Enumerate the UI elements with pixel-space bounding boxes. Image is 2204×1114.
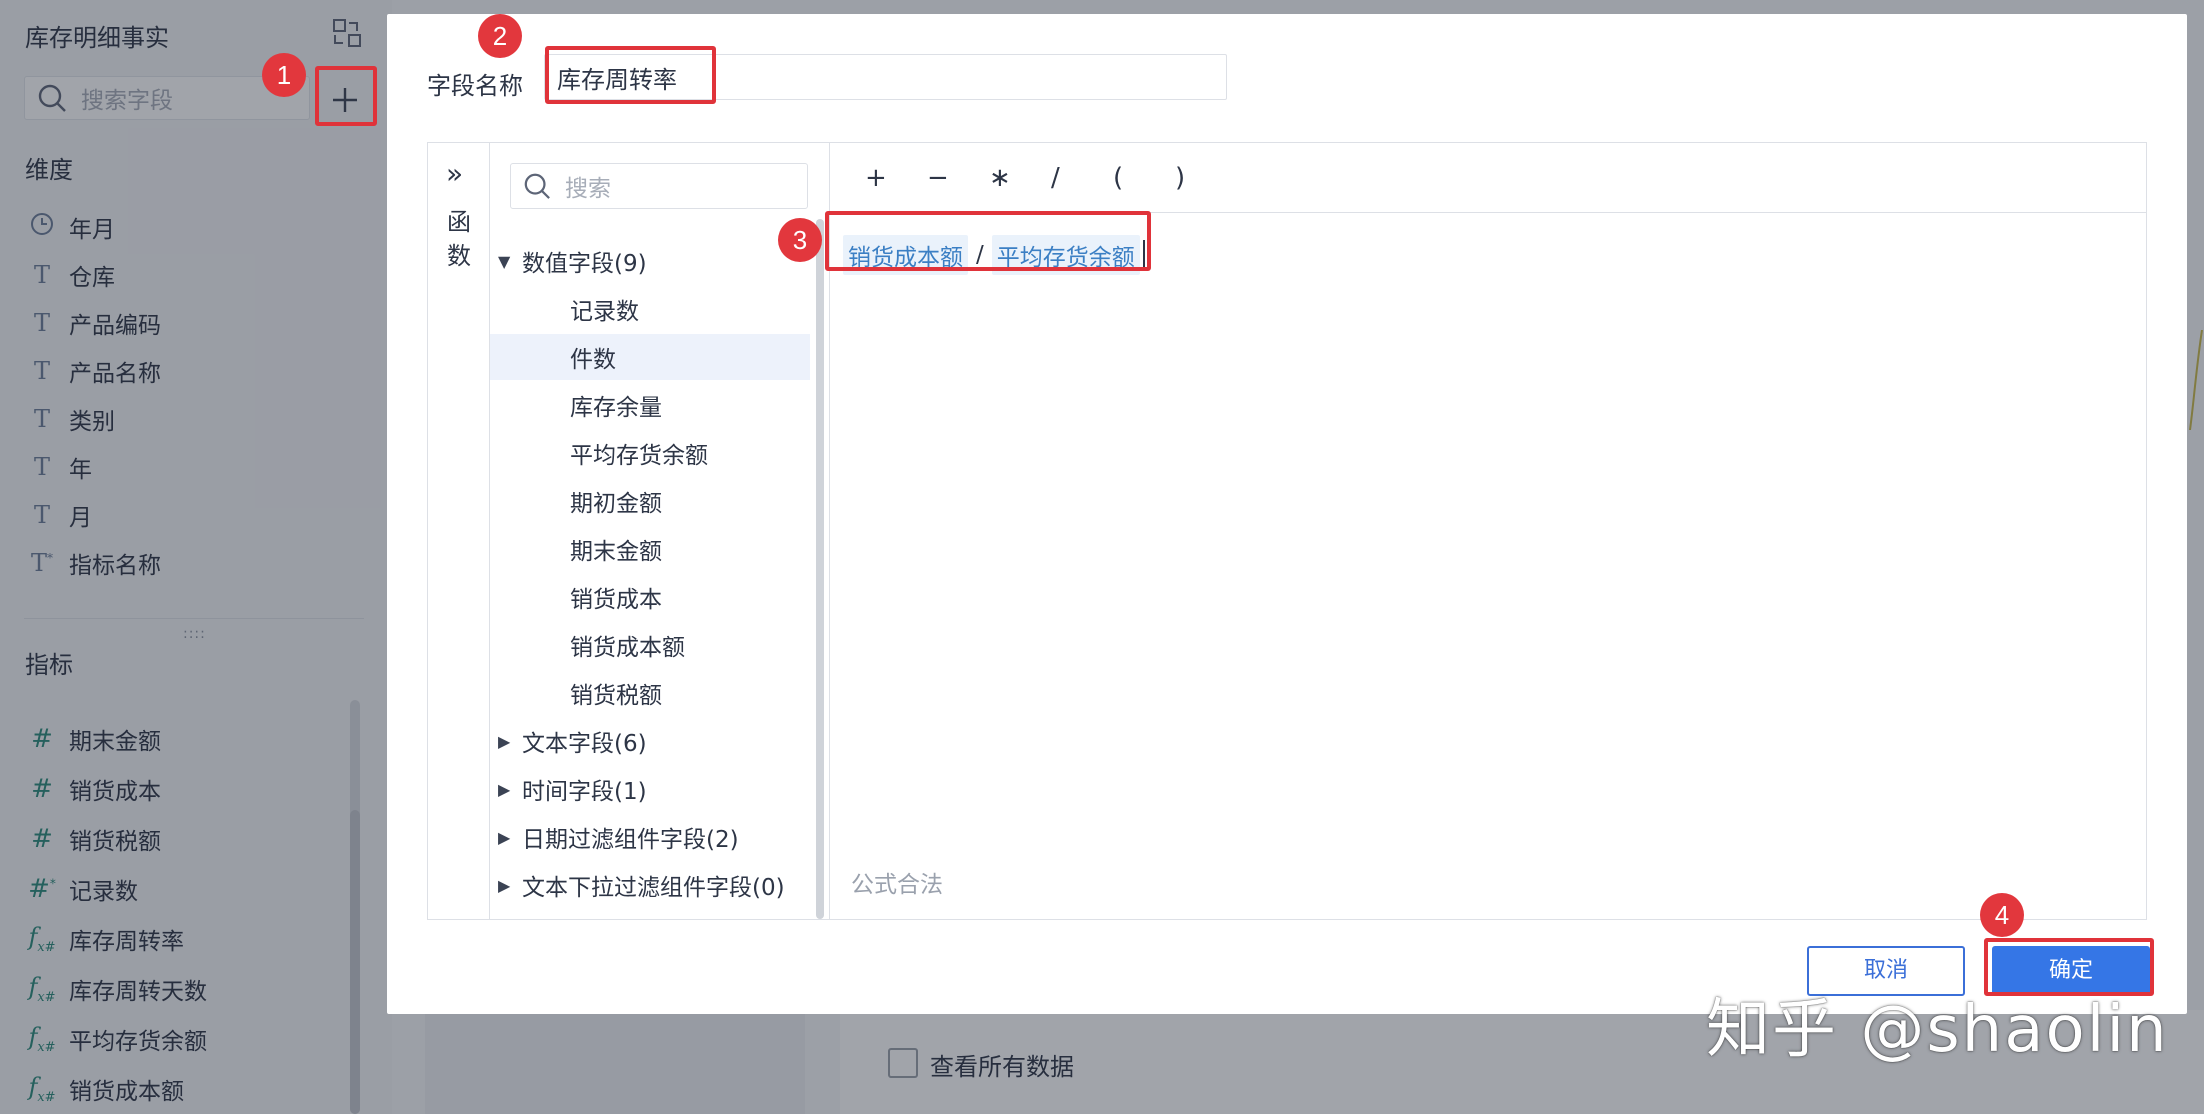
- tree-field-item[interactable]: 库存余量: [490, 382, 810, 428]
- multiply-operator-button[interactable]: ∗: [989, 163, 1051, 193]
- formula-editor: » 函数 搜索 ▼ 数值字段(9) 记录数 件数 库存余量 平均存货余额 期初金…: [427, 142, 2147, 920]
- operator-toolbar: + − ∗ / ( ): [831, 143, 2146, 213]
- step-3-badge: 3: [778, 218, 822, 262]
- tree-search-input[interactable]: 搜索: [510, 163, 808, 209]
- tree-group-time[interactable]: ▶ 时间字段(1): [490, 766, 810, 812]
- tree-group-label: 时间字段(1): [522, 779, 647, 805]
- left-paren-button[interactable]: (: [1113, 163, 1175, 193]
- formula-validation-status: 公式合法: [851, 872, 943, 898]
- tree-field-item[interactable]: 期末金额: [490, 526, 810, 572]
- tree-field-item[interactable]: 期初金额: [490, 478, 810, 524]
- tree-field-item[interactable]: 销货税额: [490, 670, 810, 716]
- tree-field-label: 库存余量: [570, 395, 662, 421]
- caret-right-icon: ▶: [498, 875, 511, 895]
- tree-field-item[interactable]: 平均存货余额: [490, 430, 810, 476]
- tree-field-item[interactable]: 销货成本额: [490, 622, 810, 668]
- search-icon: [524, 173, 550, 199]
- step-2-badge: 2: [478, 14, 522, 58]
- tree-group-numeric[interactable]: ▼ 数值字段(9): [490, 238, 810, 284]
- right-paren-button[interactable]: ): [1175, 163, 1237, 193]
- tree-group-label: 数值字段(9): [522, 251, 647, 277]
- caret-right-icon: ▶: [498, 827, 511, 847]
- expand-chevron-icon: »: [446, 157, 464, 190]
- tree-scrollbar[interactable]: [816, 219, 824, 919]
- step-1-highlight: [315, 66, 377, 126]
- tree-field-label: 记录数: [570, 299, 639, 325]
- functions-toggle[interactable]: » 函数: [428, 143, 490, 919]
- caret-right-icon: ▶: [498, 731, 511, 751]
- tree-field-label: 平均存货余额: [570, 443, 708, 469]
- tree-field-label: 销货税额: [570, 683, 662, 709]
- plus-operator-button[interactable]: +: [865, 163, 927, 193]
- caret-down-icon: ▼: [498, 251, 511, 271]
- tree-field-label: 期初金额: [570, 491, 662, 517]
- tree-field-label: 件数: [570, 347, 616, 373]
- tree-field-label: 销货成本: [570, 587, 662, 613]
- calculated-field-dialog: 字段名称 » 函数 搜索 ▼ 数值字段(9) 记录数 件数 库存余量 平均存货余…: [387, 14, 2187, 1014]
- tree-group-text[interactable]: ▶ 文本字段(6): [490, 718, 810, 764]
- caret-right-icon: ▶: [498, 779, 511, 799]
- tree-group-text-dropdown-filter[interactable]: ▶ 文本下拉过滤组件字段(0): [490, 862, 810, 908]
- field-tree: 搜索 ▼ 数值字段(9) 记录数 件数 库存余量 平均存货余额 期初金额 期末金…: [490, 143, 830, 919]
- functions-label: 函数: [447, 208, 471, 270]
- tree-group-label: 文本下拉过滤组件字段(0): [522, 875, 785, 901]
- step-4-badge: 4: [1980, 893, 2024, 937]
- tree-group-date-filter[interactable]: ▶ 日期过滤组件字段(2): [490, 814, 810, 860]
- field-name-label: 字段名称: [427, 72, 523, 100]
- tree-field-item-selected[interactable]: 件数: [490, 334, 810, 380]
- tree-group-label: 日期过滤组件字段(2): [522, 827, 739, 853]
- tree-field-label: 销货成本额: [570, 635, 685, 661]
- tree-search-placeholder: 搜索: [565, 176, 611, 202]
- step-1-badge: 1: [262, 53, 306, 97]
- tree-field-label: 期末金额: [570, 539, 662, 565]
- divide-operator-button[interactable]: /: [1051, 163, 1113, 193]
- tree-field-item[interactable]: 记录数: [490, 286, 810, 332]
- step-3-highlight: [825, 211, 1151, 271]
- tree-group-label: 文本字段(6): [522, 731, 647, 757]
- minus-operator-button[interactable]: −: [927, 163, 989, 193]
- step-2-highlight: [545, 46, 716, 104]
- tree-field-item[interactable]: 销货成本: [490, 574, 810, 620]
- watermark: 知乎 @shaolin: [1706, 993, 2169, 1067]
